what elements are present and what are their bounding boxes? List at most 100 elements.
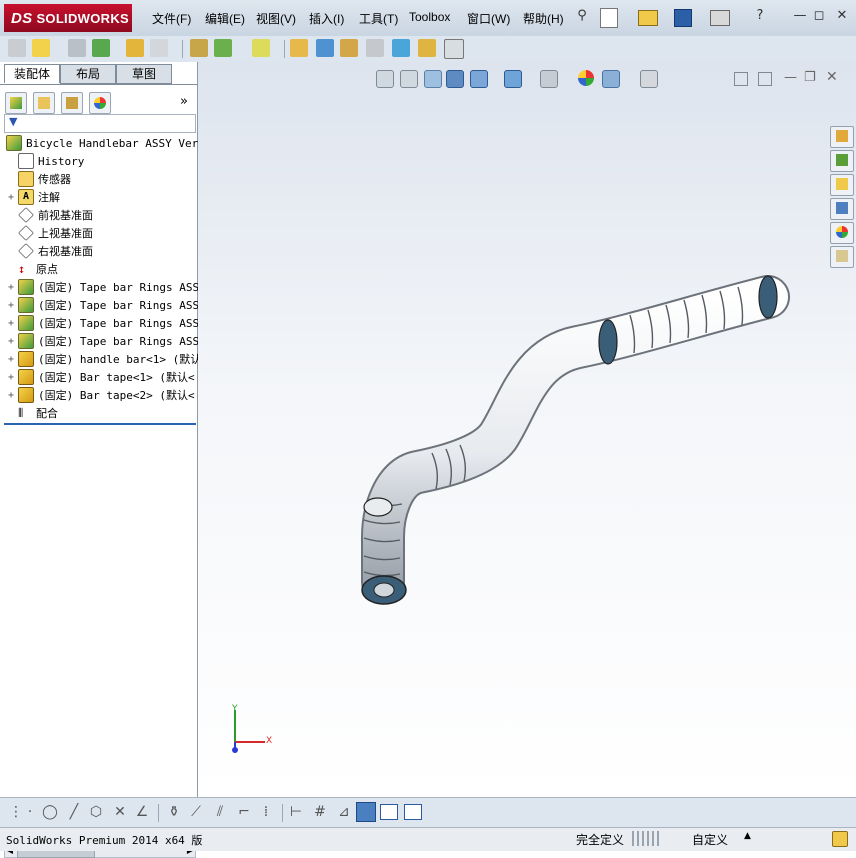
tree-item[interactable]: + (固定) Tape bar Rings ASSY [6, 314, 206, 332]
expand-toggle-icon[interactable]: + [6, 390, 16, 401]
tree-root[interactable]: Bicycle Handlebar ASSY Ver2 [4, 134, 205, 152]
appearances-icon[interactable] [830, 222, 854, 244]
menu-insert[interactable]: 插入(I) [309, 10, 344, 27]
smart-fasteners-icon[interactable] [126, 39, 144, 57]
tree-item[interactable]: + A 注解 [6, 188, 60, 206]
unit-system-label[interactable]: 自定义 [692, 831, 728, 848]
close-button[interactable]: ✕ [834, 8, 850, 24]
tab-layout[interactable]: 布局 [60, 64, 116, 84]
insert-components-icon[interactable] [32, 39, 50, 57]
expand-toggle-icon[interactable]: + [6, 192, 16, 203]
menu-tools[interactable]: 工具(T) [359, 10, 398, 27]
point-icon[interactable]: · [22, 804, 38, 820]
linear-pattern-icon[interactable] [92, 39, 110, 57]
show-hidden-icon[interactable] [190, 39, 208, 57]
rebuild-icon[interactable] [832, 831, 848, 847]
expand-toggle-icon[interactable]: + [6, 372, 16, 383]
menu-edit[interactable]: 编辑(E) [205, 10, 245, 27]
assembly-features-icon[interactable] [214, 39, 232, 57]
bill-of-materials-icon[interactable] [316, 39, 334, 57]
pattern-icon[interactable]: ⁞ [258, 804, 274, 820]
menu-window[interactable]: 窗口(W) [467, 10, 510, 27]
tree-item[interactable]: History [6, 152, 84, 170]
instant3d-icon[interactable] [444, 39, 464, 59]
tile-window-icon[interactable] [404, 804, 422, 820]
display-manager-icon[interactable] [89, 92, 111, 114]
relations-icon[interactable]: ⊿ [336, 804, 352, 820]
expand-toggle-icon[interactable]: + [6, 336, 16, 347]
custom-properties-icon[interactable] [830, 246, 854, 268]
tree-item[interactable]: 传感器 [6, 170, 71, 188]
expand-toggle-icon[interactable]: + [6, 318, 16, 329]
tree-filter-box[interactable]: ▼ [4, 114, 196, 133]
expand-toggle-icon[interactable]: + [6, 300, 16, 311]
grid-icon[interactable]: # [312, 804, 328, 820]
plane-icon [18, 207, 34, 223]
trim-icon[interactable]: ⚱ [166, 804, 182, 820]
pin-icon[interactable]: ⚲ [574, 8, 590, 24]
home-icon[interactable] [830, 126, 854, 148]
panel-more-icon[interactable]: » [180, 94, 188, 109]
featuremanager-tree-icon[interactable] [5, 92, 27, 114]
tree-item[interactable]: + (固定) handle bar<1> (默认< [6, 350, 208, 368]
explode-line-sketch-icon[interactable] [366, 39, 384, 57]
tree-item[interactable]: 前视基准面 [6, 206, 93, 224]
exploded-view-icon[interactable] [340, 39, 358, 57]
rollback-bar[interactable] [4, 423, 196, 425]
tab-assembly[interactable]: 装配体 [4, 64, 60, 83]
convert-entities-icon[interactable]: ⟋ [188, 804, 204, 820]
menu-help[interactable]: 帮助(H) [523, 10, 564, 27]
circle-icon[interactable]: ◯ [42, 804, 58, 820]
design-library-icon[interactable] [830, 150, 854, 172]
handlebar-model[interactable] [198, 62, 856, 797]
file-explorer-icon[interactable] [830, 174, 854, 196]
menu-view[interactable]: 视图(V) [256, 10, 296, 27]
mirror-icon[interactable]: ⌐ [236, 804, 252, 820]
tree-item[interactable]: 上视基准面 [6, 224, 93, 242]
new-part-icon[interactable] [8, 39, 26, 57]
graphics-area[interactable]: — ❐ ✕ Y X [198, 62, 856, 797]
tree-item[interactable]: + (固定) Bar tape<1> (默认< [6, 368, 195, 386]
line-icon[interactable]: ╱ [66, 804, 82, 820]
help-icon[interactable]: ? [752, 8, 768, 24]
smart-dimension-icon[interactable]: ⊢ [288, 804, 304, 820]
menu-toolbox[interactable]: Toolbox [409, 10, 450, 24]
interference-detection-icon[interactable] [392, 39, 410, 57]
restore-button[interactable]: ◻ [811, 8, 827, 24]
configuration-manager-icon[interactable] [61, 92, 83, 114]
unit-system-arrow[interactable]: ▲ [744, 831, 751, 841]
open-folder-icon[interactable] [638, 10, 658, 26]
tree-item[interactable]: + (固定) Bar tape<2> (默认< [6, 386, 195, 404]
view-window-icon[interactable] [380, 804, 398, 820]
view-palette-icon[interactable] [830, 198, 854, 220]
print-icon[interactable] [710, 10, 730, 26]
tree-item[interactable]: ↕ 原点 [6, 260, 58, 278]
polygon-icon[interactable]: ⬡ [88, 804, 104, 820]
tree-item[interactable]: + (固定) Tape bar Rings ASSY [6, 278, 206, 296]
expand-toggle-icon[interactable]: + [6, 282, 16, 293]
centerline-icon[interactable]: ✕ [112, 804, 128, 820]
assembly-icon [18, 279, 34, 295]
save-icon[interactable] [674, 9, 692, 27]
display-shaded-icon[interactable] [356, 802, 376, 822]
solidworks-logo[interactable]: DS SOLIDWORKS [4, 4, 132, 32]
minimize-button[interactable]: — [792, 8, 808, 24]
tree-item[interactable]: 右视基准面 [6, 242, 93, 260]
move-component-icon[interactable] [150, 39, 168, 57]
tree-item[interactable]: + (固定) Tape bar Rings ASSY [6, 332, 206, 350]
new-document-icon[interactable] [600, 8, 618, 28]
property-manager-icon[interactable] [33, 92, 55, 114]
reference-geometry-icon[interactable] [252, 39, 270, 57]
tab-sketch[interactable]: 草图 [116, 64, 172, 84]
menu-file[interactable]: 文件(F) [152, 10, 191, 27]
new-motion-study-icon[interactable] [290, 39, 308, 57]
offset-entities-icon[interactable]: ⫽ [212, 804, 228, 820]
mate-icon[interactable] [68, 39, 86, 57]
tree-item[interactable]: + (固定) Tape bar Rings ASSY [6, 296, 206, 314]
tree-item[interactable]: ⦀ 配合 [6, 404, 58, 422]
angle-icon[interactable]: ∠ [134, 804, 150, 820]
expand-toggle-icon[interactable]: + [6, 354, 16, 365]
sketch-toolbar: ⋮ · ◯ ╱ ⬡ ✕ ∠ ⚱ ⟋ ⫽ ⌐ ⁞ ⊢ # ⊿ [0, 797, 856, 828]
clearance-verification-icon[interactable] [418, 39, 436, 57]
tree-item-label: (固定) Bar tape<2> (默认< [38, 389, 195, 402]
